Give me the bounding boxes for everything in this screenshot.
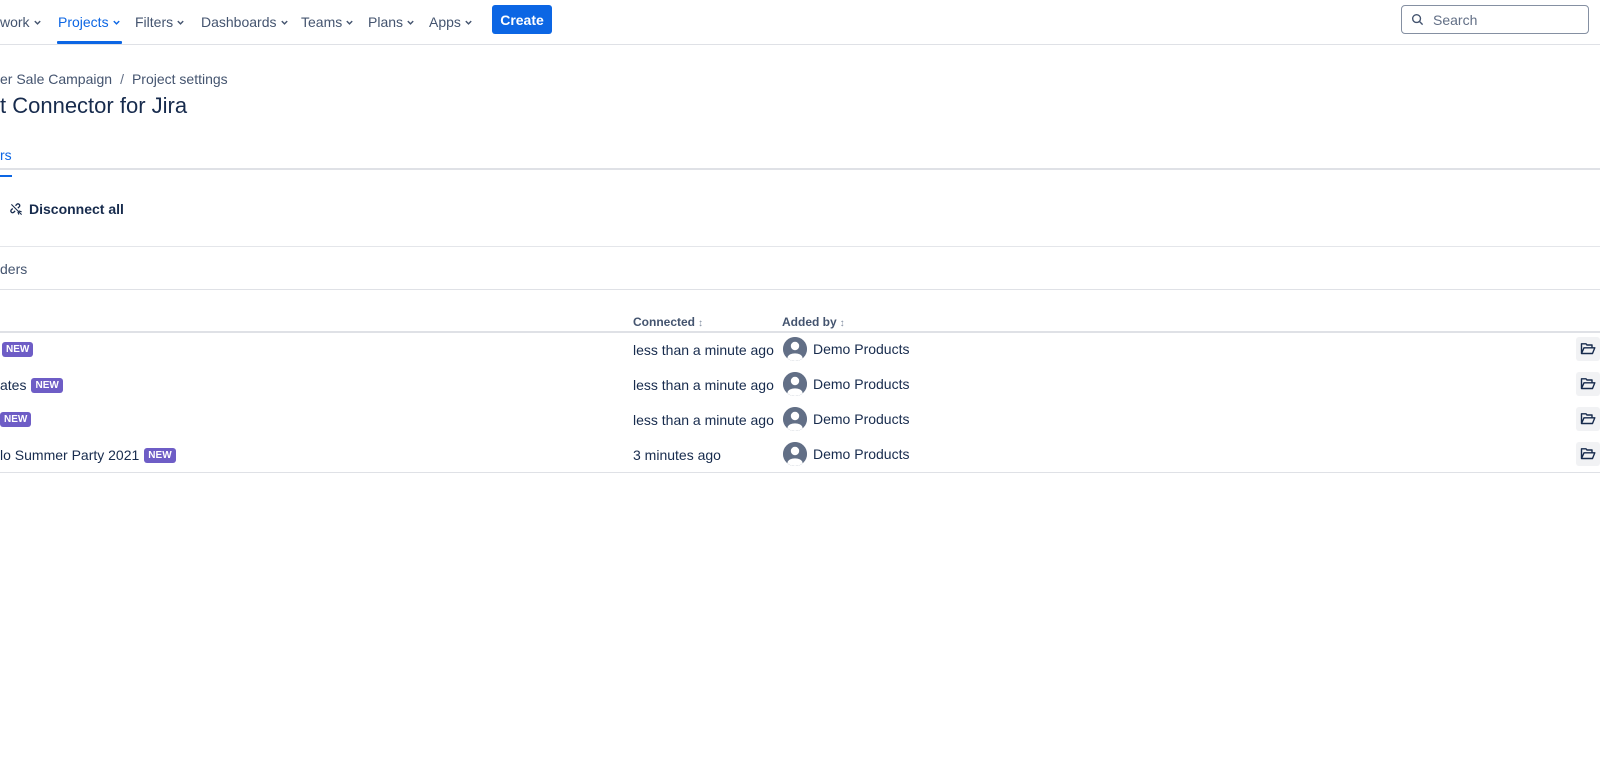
nav-item-label: Apps — [429, 14, 461, 30]
connected-time: less than a minute ago — [633, 412, 774, 428]
chevron-down-icon — [280, 18, 289, 27]
sort-icon: ↕ — [698, 318, 704, 329]
column-header-added-by[interactable]: Added by ↕ — [782, 315, 845, 329]
nav-item-your-work[interactable]: work — [0, 0, 42, 44]
folder-name: ates — [0, 377, 27, 393]
chevron-down-icon — [112, 18, 121, 27]
added-by-cell: Demo Products — [783, 407, 909, 431]
new-badge: NEW — [144, 447, 176, 463]
nav-item-filters[interactable]: Filters — [135, 0, 185, 44]
nav-item-label: Dashboards — [201, 14, 277, 30]
filter-row: ders — [0, 248, 1600, 290]
unlink-icon — [10, 202, 29, 216]
nav-item-label: Filters — [135, 14, 174, 30]
disconnect-all-label: Disconnect all — [29, 201, 124, 217]
added-by-cell: Demo Products — [783, 337, 909, 361]
connected-time: 3 minutes ago — [633, 447, 721, 463]
folder-open-icon — [1580, 341, 1596, 357]
nav-item-teams[interactable]: Teams — [301, 0, 354, 44]
connected-time: less than a minute ago — [633, 342, 774, 358]
nav-item-dashboards[interactable]: Dashboards — [201, 0, 289, 44]
added-by-name: Demo Products — [813, 446, 910, 462]
chevron-down-icon — [33, 18, 42, 27]
tab-list: rs — [0, 143, 1600, 177]
nav-item-apps[interactable]: Apps — [429, 0, 473, 44]
top-navigation: work Projects Filters Dashboards Teams P… — [0, 0, 1600, 45]
disconnect-all-button[interactable]: Disconnect all — [10, 201, 124, 217]
open-folder-button[interactable] — [1576, 407, 1600, 431]
search-icon — [1411, 13, 1424, 26]
nav-item-label: work — [0, 14, 30, 30]
open-folder-button[interactable] — [1576, 372, 1600, 396]
column-header-label: Added by — [782, 315, 837, 329]
sort-icon: ↕ — [839, 318, 845, 329]
breadcrumb: er Sale Campaign / Project settings — [0, 71, 228, 87]
folder-open-icon — [1580, 446, 1596, 462]
chevron-down-icon — [406, 18, 415, 27]
breadcrumb-project-link[interactable]: er Sale Campaign — [0, 71, 112, 87]
table-row: NEW less than a minute ago Demo Products — [0, 333, 1600, 368]
added-by-cell: Demo Products — [783, 442, 909, 466]
table-header: Connected ↕ Added by ↕ — [0, 311, 1600, 333]
nav-item-label: Teams — [301, 14, 343, 30]
added-by-name: Demo Products — [813, 411, 910, 427]
nav-item-projects[interactable]: Projects — [57, 0, 122, 44]
user-avatar-icon — [783, 337, 807, 361]
tab-folders[interactable]: rs — [0, 147, 12, 177]
chevron-down-icon — [345, 18, 354, 27]
folder-open-icon — [1580, 376, 1596, 392]
nav-item-label: Plans — [368, 14, 404, 30]
nav-item-label: Projects — [58, 14, 109, 30]
table-row: lo Summer Party 2021 NEW 3 minutes ago De… — [0, 438, 1600, 473]
search-box[interactable] — [1401, 5, 1589, 34]
connected-time: less than a minute ago — [633, 377, 774, 393]
new-badge: NEW — [2, 342, 34, 357]
folder-name-cell[interactable]: lo Summer Party 2021 NEW — [0, 447, 176, 463]
table-body: NEW less than a minute ago Demo Products… — [0, 333, 1600, 473]
search-input[interactable] — [1433, 11, 1573, 28]
create-button[interactable]: Create — [492, 5, 552, 34]
user-avatar-icon — [783, 407, 807, 431]
breadcrumb-separator: / — [120, 71, 124, 87]
filter-label: ders — [0, 261, 28, 277]
folder-name: lo Summer Party 2021 — [0, 447, 140, 463]
page-title: t Connector for Jira — [0, 93, 188, 118]
folder-name-cell[interactable]: NEW — [0, 412, 32, 427]
table-row: NEW less than a minute ago Demo Products — [0, 403, 1600, 438]
nav-item-plans[interactable]: Plans — [368, 0, 415, 44]
added-by-name: Demo Products — [813, 376, 910, 392]
added-by-cell: Demo Products — [783, 372, 909, 396]
action-bar: Disconnect all — [0, 190, 1600, 247]
user-avatar-icon — [783, 372, 807, 396]
new-badge: NEW — [31, 377, 63, 393]
folder-name-cell[interactable]: ates NEW — [0, 377, 63, 393]
user-avatar-icon — [783, 442, 807, 466]
breadcrumb-settings-link[interactable]: Project settings — [132, 71, 228, 87]
open-folder-button[interactable] — [1576, 337, 1600, 361]
added-by-name: Demo Products — [813, 341, 910, 357]
table-row: ates NEW less than a minute ago Demo Prod… — [0, 368, 1600, 403]
chevron-down-icon — [176, 18, 185, 27]
chevron-down-icon — [464, 18, 473, 27]
column-header-connected[interactable]: Connected ↕ — [633, 315, 703, 329]
new-badge: NEW — [0, 412, 32, 427]
column-header-label: Connected — [633, 315, 696, 329]
open-folder-button[interactable] — [1576, 442, 1600, 466]
folder-open-icon — [1580, 411, 1596, 427]
folder-name-cell[interactable]: NEW — [0, 342, 34, 357]
